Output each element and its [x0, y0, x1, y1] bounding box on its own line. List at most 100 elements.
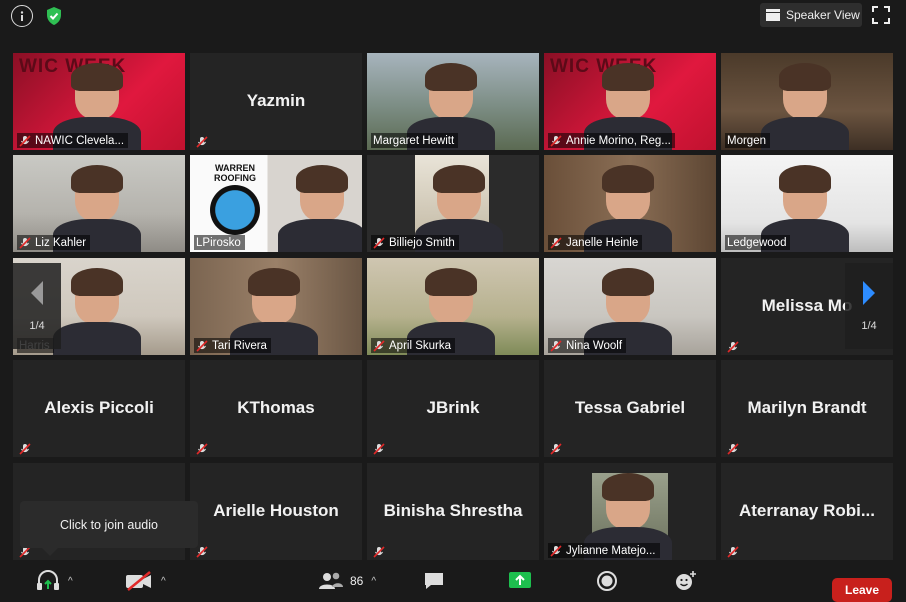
- mic-muted-icon: [196, 545, 208, 558]
- mic-muted-icon: [196, 339, 208, 352]
- mic-muted-icon: [727, 442, 739, 455]
- participant-tile[interactable]: Marilyn Brandt: [721, 360, 893, 457]
- participant-hair: [779, 165, 831, 193]
- mic-muted-icon: [550, 236, 562, 249]
- participants-icon: [319, 572, 343, 589]
- previous-page-button[interactable]: 1/4: [13, 263, 61, 349]
- participant-name-large: Yazmin: [246, 91, 306, 110]
- participant-name-label: Billiejo Smith: [371, 235, 459, 250]
- participant-name-large: Binisha Shrestha: [383, 501, 523, 520]
- participant-hair: [602, 268, 654, 296]
- participant-tile[interactable]: Aterranay Robi...: [721, 463, 893, 560]
- participant-shoulders: [761, 117, 849, 150]
- participant-tile[interactable]: Janelle Heinle: [544, 155, 716, 252]
- mic-muted-icon: [550, 442, 562, 455]
- audio-options-caret[interactable]: ^: [68, 576, 73, 587]
- mic-muted-icon: [196, 442, 208, 455]
- participant-shoulders: [53, 322, 141, 355]
- participant-tile[interactable]: Binisha Shrestha: [367, 463, 539, 560]
- participant-hair: [71, 268, 123, 296]
- participant-tile[interactable]: WIC WEEK NAWIC Clevela...: [13, 53, 185, 150]
- mic-muted-icon: [19, 236, 31, 249]
- participants-button[interactable]: 86 ^: [318, 568, 376, 594]
- video-options-caret[interactable]: ^: [161, 576, 166, 587]
- meeting-toolbar: ^ ^ 86 ^: [0, 562, 906, 600]
- participant-hair: [602, 63, 654, 91]
- mic-muted-icon: [19, 134, 31, 147]
- speaker-view-button[interactable]: Speaker View: [760, 3, 862, 27]
- participant-hair: [602, 165, 654, 193]
- participant-name-label: Nina Woolf: [548, 338, 627, 353]
- reactions-button[interactable]: [674, 568, 698, 594]
- participant-name: Jylianne Matejo...: [566, 544, 656, 557]
- leave-label: Leave: [844, 583, 880, 597]
- share-screen-icon: [509, 572, 531, 588]
- participant-name-large: Aterranay Robi...: [738, 501, 876, 520]
- participant-tile[interactable]: WIC WEEK Annie Morino, Reg...: [544, 53, 716, 150]
- info-icon[interactable]: [11, 5, 33, 27]
- participant-tile[interactable]: Arielle Houston: [190, 463, 362, 560]
- participant-name-label: Liz Kahler: [17, 235, 91, 250]
- participant-name-label: Janelle Heinle: [548, 235, 643, 250]
- participant-name-large: Alexis Piccoli: [44, 398, 154, 417]
- mic-muted-icon: [550, 544, 562, 557]
- chevron-right-icon: [863, 281, 875, 305]
- top-bar: Speaker View: [0, 0, 906, 34]
- participant-tile[interactable]: JBrink: [367, 360, 539, 457]
- participant-name-large: Tessa Gabriel: [574, 398, 686, 417]
- participant-tile[interactable]: Margaret Hewitt: [367, 53, 539, 150]
- participant-tile[interactable]: Nina Woolf: [544, 258, 716, 355]
- participant-name: April Skurka: [389, 339, 451, 352]
- participant-tile[interactable]: Ledgewood: [721, 155, 893, 252]
- start-video-button[interactable]: ^: [125, 568, 166, 594]
- participant-tile[interactable]: KThomas: [190, 360, 362, 457]
- shield-check-icon[interactable]: [43, 5, 65, 27]
- participant-hair: [296, 165, 348, 193]
- mic-muted-icon: [373, 236, 385, 249]
- participants-options-caret[interactable]: ^: [371, 576, 376, 587]
- participant-shoulders: [278, 219, 362, 252]
- participant-tile[interactable]: Liz Kahler: [13, 155, 185, 252]
- join-audio-button[interactable]: ^: [36, 568, 73, 594]
- participant-tile[interactable]: Jylianne Matejo...: [544, 463, 716, 560]
- mic-muted-icon: [19, 442, 31, 455]
- participant-name: Margaret Hewitt: [373, 134, 455, 147]
- participant-tile[interactable]: Alexis Piccoli: [13, 360, 185, 457]
- headphones-join-audio-icon: [37, 570, 59, 590]
- mic-muted-icon: [727, 545, 739, 558]
- participant-name-label: LPirosko: [194, 235, 245, 250]
- participant-tile[interactable]: Tari Rivera: [190, 258, 362, 355]
- participant-name: Janelle Heinle: [566, 236, 639, 249]
- leave-meeting-button[interactable]: Leave: [832, 578, 892, 602]
- mic-muted-icon: [373, 339, 385, 352]
- participant-tile[interactable]: Yazmin: [190, 53, 362, 150]
- participant-tile[interactable]: Morgen: [721, 53, 893, 150]
- record-icon: [597, 571, 617, 591]
- share-screen-button[interactable]: [508, 568, 532, 594]
- participant-name-large: JBrink: [426, 398, 480, 417]
- chat-icon: [425, 573, 443, 589]
- participant-tile[interactable]: April Skurka: [367, 258, 539, 355]
- participant-name-label: Morgen: [725, 133, 770, 148]
- chevron-left-icon: [31, 281, 43, 305]
- participant-tile[interactable]: Billiejo Smith: [367, 155, 539, 252]
- fullscreen-icon[interactable]: [872, 6, 890, 24]
- join-audio-tooltip-text: Click to join audio: [60, 517, 158, 532]
- participant-name: Morgen: [727, 134, 766, 147]
- participants-count: 86: [350, 574, 364, 588]
- previous-page-indicator: 1/4: [29, 320, 45, 332]
- participant-name-label: Margaret Hewitt: [371, 133, 459, 148]
- next-page-button[interactable]: 1/4: [845, 263, 893, 349]
- chat-button[interactable]: [423, 568, 445, 594]
- mic-muted-icon: [550, 339, 562, 352]
- participant-tile[interactable]: WARREN ROOFING LPirosko: [190, 155, 362, 252]
- join-audio-tooltip[interactable]: Click to join audio: [20, 501, 198, 556]
- participant-hair: [71, 165, 123, 193]
- participant-hair: [425, 268, 477, 296]
- participant-name-label: NAWIC Clevela...: [17, 133, 129, 148]
- participant-name-large: Arielle Houston: [213, 501, 339, 520]
- participant-tile[interactable]: Tessa Gabriel: [544, 360, 716, 457]
- record-button[interactable]: [596, 568, 618, 594]
- participant-name: Nina Woolf: [566, 339, 623, 352]
- participant-name-label: April Skurka: [371, 338, 455, 353]
